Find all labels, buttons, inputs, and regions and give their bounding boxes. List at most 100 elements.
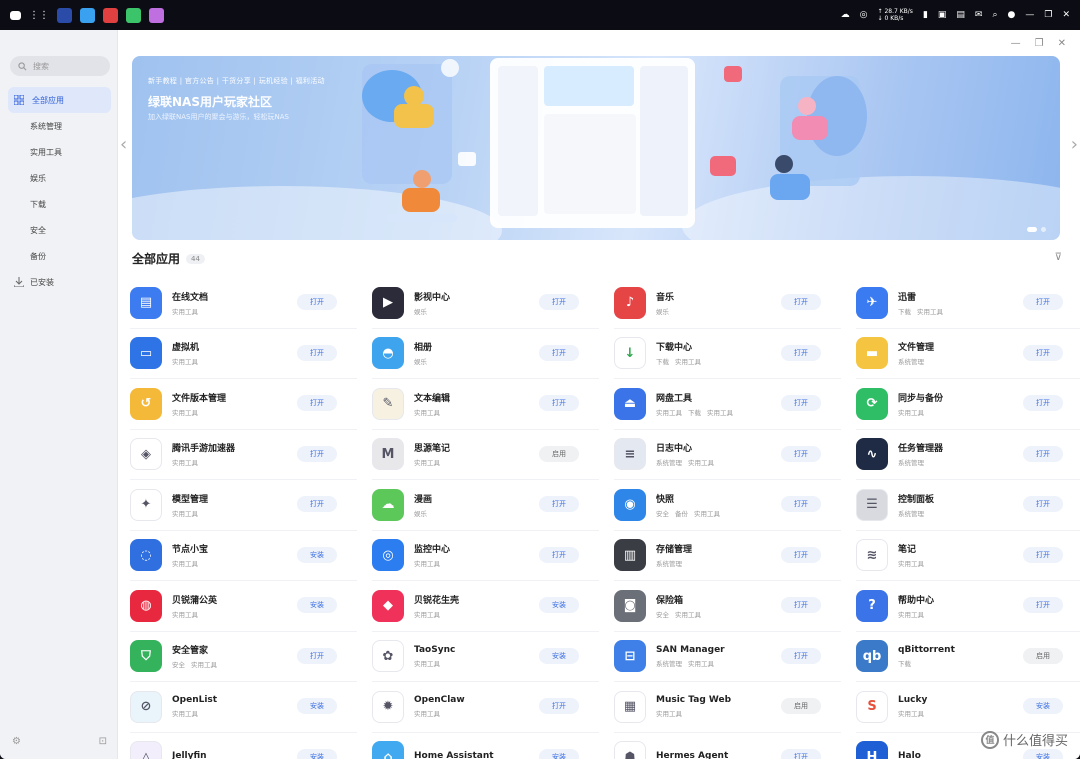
settings-icon[interactable]: ⚙ <box>12 736 21 747</box>
window-close-icon[interactable]: ✕ <box>1058 38 1066 49</box>
close-icon[interactable]: ✕ <box>1062 10 1070 20</box>
app-action-button[interactable]: 打开 <box>781 748 821 759</box>
sidebar-item-download[interactable]: 下载 <box>8 191 111 217</box>
app-item[interactable]: ◓ 相册 娱乐 打开 <box>372 329 599 379</box>
sidebar-item-backup[interactable]: 备份 <box>8 243 111 269</box>
app-item[interactable]: ▥ 存储管理 系统管理 打开 <box>614 531 841 581</box>
app-action-button[interactable]: 打开 <box>539 344 579 361</box>
app-action-button[interactable]: 打开 <box>539 698 579 714</box>
app-action-button[interactable]: 打开 <box>539 496 579 512</box>
search-icon[interactable]: ⌕ <box>992 10 997 20</box>
taskbar-app-5[interactable] <box>149 7 164 23</box>
minimize-icon[interactable]: — <box>1025 10 1034 20</box>
app-action-button[interactable]: 打开 <box>1023 395 1063 411</box>
app-action-button[interactable]: 启用 <box>1023 647 1063 664</box>
sidebar-item-entertainment[interactable]: 娱乐 <box>8 165 111 191</box>
app-item[interactable]: ◌ 节点小宝 实用工具 安装 <box>130 531 357 581</box>
sidebar-item-installed[interactable]: 已安装 <box>8 269 111 295</box>
app-action-button[interactable]: 打开 <box>539 546 579 563</box>
banner-next-icon[interactable]: › <box>1071 134 1078 155</box>
app-item[interactable]: ✈ 迅雷 下载 实用工具 打开 <box>856 278 1080 329</box>
app-item[interactable]: S Lucky 实用工具 安装 <box>856 682 1080 733</box>
app-action-button[interactable]: 打开 <box>781 647 821 664</box>
app-item[interactable]: ✹ OpenClaw 实用工具 打开 <box>372 682 599 733</box>
taskbar-app-3[interactable] <box>103 7 118 23</box>
sidebar-item-security[interactable]: 安全 <box>8 217 111 243</box>
app-action-button[interactable]: 安装 <box>539 647 579 664</box>
window-maximize-icon[interactable]: ❐ <box>1035 38 1044 49</box>
search-input[interactable]: 搜索 <box>10 56 110 76</box>
sidebar-item-all-apps[interactable]: 全部应用 <box>8 87 111 113</box>
app-item[interactable]: ↓ 下载中心 下载 实用工具 打开 <box>614 329 841 379</box>
sidebar-item-system[interactable]: 系统管理 <box>8 113 111 139</box>
app-action-button[interactable]: 打开 <box>781 496 821 512</box>
storage-icon[interactable]: ▮ <box>923 10 928 20</box>
app-action-button[interactable]: 打开 <box>781 546 821 563</box>
app-item[interactable]: ⟳ 同步与备份 实用工具 打开 <box>856 379 1080 430</box>
app-grid-icon[interactable]: ⋮⋮ <box>29 10 49 21</box>
app-item[interactable]: ⌂ Home Assistant 安装 <box>372 733 599 759</box>
cloud-icon[interactable]: ☁ <box>841 10 850 20</box>
app-action-button[interactable]: 安装 <box>297 597 337 613</box>
chat-icon[interactable] <box>10 10 21 20</box>
app-action-button[interactable]: 打开 <box>781 344 821 361</box>
banner-dot[interactable] <box>1027 227 1037 232</box>
app-item[interactable]: △ Jellyfin 安装 <box>130 733 357 759</box>
app-action-button[interactable]: 打开 <box>781 445 821 462</box>
app-action-button[interactable]: 安装 <box>539 748 579 759</box>
app-action-button[interactable]: 打开 <box>1023 496 1063 512</box>
app-action-button[interactable]: 安装 <box>297 546 337 563</box>
app-action-button[interactable]: 打开 <box>781 597 821 613</box>
app-item[interactable]: ? 帮助中心 实用工具 打开 <box>856 581 1080 632</box>
app-action-button[interactable]: 安装 <box>297 698 337 714</box>
restore-icon[interactable]: ❐ <box>1044 10 1052 20</box>
network-icon[interactable]: ◎ <box>860 10 868 20</box>
app-action-button[interactable]: 打开 <box>1023 294 1063 310</box>
taskbar-app-2[interactable] <box>80 7 95 23</box>
calendar-icon[interactable]: ▤ <box>956 10 965 20</box>
app-item[interactable]: ♪ 音乐 娱乐 打开 <box>614 278 841 329</box>
app-item[interactable]: ▬ 文件管理 系统管理 打开 <box>856 329 1080 379</box>
app-item[interactable]: M 思源笔记 实用工具 启用 <box>372 430 599 480</box>
app-action-button[interactable]: 打开 <box>297 294 337 310</box>
banner-dot[interactable] <box>1041 227 1046 232</box>
app-action-button[interactable]: 打开 <box>297 395 337 411</box>
app-action-button[interactable]: 安装 <box>297 748 337 759</box>
app-item[interactable]: ∿ 任务管理器 系统管理 打开 <box>856 430 1080 480</box>
app-item[interactable]: ◍ 贝锐蒲公英 实用工具 安装 <box>130 581 357 632</box>
app-item[interactable]: ▭ 虚拟机 实用工具 打开 <box>130 329 357 379</box>
app-item[interactable]: ⏏ 网盘工具 实用工具 下载 实用工具 打开 <box>614 379 841 430</box>
app-item[interactable]: ◙ 保险箱 安全 实用工具 打开 <box>614 581 841 632</box>
app-action-button[interactable]: 打开 <box>781 294 821 310</box>
monitor-icon[interactable]: ▣ <box>938 10 947 20</box>
taskbar-app-1[interactable] <box>57 7 72 23</box>
app-action-button[interactable]: 打开 <box>539 294 579 310</box>
app-action-button[interactable]: 安装 <box>1023 698 1063 714</box>
app-item[interactable]: ◆ 贝锐花生壳 实用工具 安装 <box>372 581 599 632</box>
user-icon[interactable]: ● <box>1008 10 1016 20</box>
message-icon[interactable]: ✉ <box>975 10 983 20</box>
window-minimize-icon[interactable]: — <box>1011 38 1021 49</box>
app-action-button[interactable]: 打开 <box>539 395 579 411</box>
banner-prev-icon[interactable]: ‹ <box>120 134 127 155</box>
app-action-button[interactable]: 安装 <box>539 597 579 613</box>
update-icon[interactable]: ⊡ <box>99 736 107 747</box>
app-item[interactable]: ▶ 影视中心 娱乐 打开 <box>372 278 599 329</box>
app-item[interactable]: ☁ 漫画 娱乐 打开 <box>372 480 599 531</box>
app-action-button[interactable]: 打开 <box>297 496 337 512</box>
app-item[interactable]: ≋ 笔记 实用工具 打开 <box>856 531 1080 581</box>
app-item[interactable]: ☗ Hermes Agent 打开 <box>614 733 841 759</box>
app-item[interactable]: ⛉ 安全管家 安全 实用工具 打开 <box>130 632 357 682</box>
app-action-button[interactable]: 打开 <box>1023 597 1063 613</box>
app-item[interactable]: ⊟ SAN Manager 系统管理 实用工具 打开 <box>614 632 841 682</box>
app-item[interactable]: ✿ TaoSync 实用工具 安装 <box>372 632 599 682</box>
app-item[interactable]: ≡ 日志中心 系统管理 实用工具 打开 <box>614 430 841 480</box>
app-item[interactable]: ◎ 监控中心 实用工具 打开 <box>372 531 599 581</box>
filter-icon[interactable]: ⊽ <box>1055 252 1062 263</box>
app-action-button[interactable]: 打开 <box>781 395 821 411</box>
app-item[interactable]: ↺ 文件版本管理 实用工具 打开 <box>130 379 357 430</box>
app-item[interactable]: qb qBittorrent 下载 启用 <box>856 632 1080 682</box>
app-action-button[interactable]: 打开 <box>1023 546 1063 563</box>
sidebar-item-utilities[interactable]: 实用工具 <box>8 139 111 165</box>
app-item[interactable]: ◈ 腾讯手游加速器 实用工具 打开 <box>130 430 357 480</box>
